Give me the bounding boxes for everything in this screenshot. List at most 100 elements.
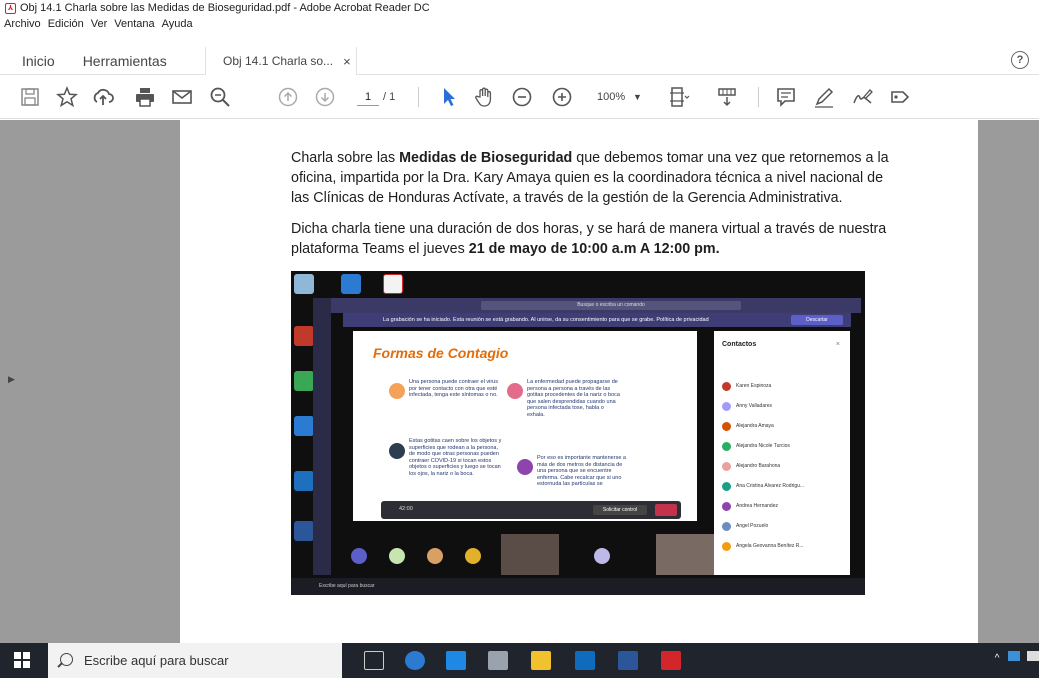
help-icon[interactable]: ? [1011,51,1029,69]
menu-ver[interactable]: Ver [91,18,108,30]
search-icon [60,653,73,666]
sign-icon[interactable] [850,85,874,109]
acrobat-desktop-icon [294,326,314,346]
window-titlebar: ⅄ Obj 14.1 Charla sobre las Medidas de B… [0,0,1039,16]
toolbar-divider [758,87,759,107]
contacts-panel: Contactos × Karen Espinoza Anny Valladar… [714,331,850,575]
taskbar-search[interactable]: Escribe aquí para buscar [48,643,342,678]
outlook-icon[interactable] [575,651,595,670]
paragraph-intro-text: Charla sobre las [291,150,400,166]
page-number-input[interactable]: 1 [357,88,379,106]
tray-chevron-icon[interactable]: ^ [995,653,1000,664]
hangup-icon [655,504,677,516]
contact-item: Angel Pozuelo [722,519,768,533]
paragraph-schedule-bold: 21 de mayo de 10:00 a.m A 12:00 pm. [468,241,720,257]
zoom-out-icon[interactable] [510,85,534,109]
tab-home[interactable]: Inicio [22,53,55,69]
menu-ventana[interactable]: Ventana [114,18,154,30]
acrobat-file-icon [383,274,403,294]
paragraph-intro: Charla sobre las Medidas de Bioseguridad… [291,148,891,208]
participant-video [501,534,559,575]
inner-search-text: Escribe aquí para buscar [319,583,375,589]
slide-illustration [507,383,523,399]
recording-banner: La grabación se ha iniciado. Esta reunió… [343,313,851,327]
upload-cloud-icon[interactable] [91,85,115,109]
system-tray[interactable]: ^ [995,651,1039,664]
previous-page-icon[interactable] [276,85,300,109]
chrome-desktop-icon [294,371,314,391]
highlight-pen-icon[interactable] [812,85,836,109]
slide-text-1: Una persona puede contraer el virus por … [409,379,498,398]
tab-bar: Inicio Herramientas Obj 14.1 Charla so..… [0,47,1039,75]
participant-avatar [594,548,610,564]
call-time: 42:00 [399,506,413,512]
zoom-level[interactable]: 100% [597,88,625,106]
pdf-page: Charla sobre las Medidas de Bioseguridad… [180,120,978,643]
fit-page-icon[interactable] [667,85,691,109]
contacts-title: Contactos [722,341,757,348]
zoom-search-icon[interactable] [208,85,232,109]
tab-close-icon[interactable]: × [343,54,351,69]
window-title: Obj 14.1 Charla sobre las Medidas de Bio… [20,2,430,14]
comment-icon[interactable] [774,85,798,109]
windows-start-icon[interactable] [14,652,30,668]
contact-item: Angela Geovanna Benítez R... [722,539,804,553]
contact-item: Ana Cristina Alvarez Rodrigu... [722,479,804,493]
menu-archivo[interactable]: Archivo [4,18,41,30]
expand-panel-icon[interactable]: ▶ [8,374,15,385]
save-icon[interactable] [18,85,42,109]
acrobat-icon[interactable] [661,651,681,670]
zoom-dropdown-icon[interactable]: ▼ [633,88,642,106]
call-controls: 42:00 Solicitar control [381,501,681,519]
print-icon[interactable] [133,85,157,109]
paragraph-intro-bold: Medidas de Bioseguridad [399,150,573,166]
page-total: / 1 [383,91,396,103]
menu-edicion[interactable]: Edición [48,18,84,30]
taskbar-search-placeholder: Escribe aquí para buscar [84,653,229,668]
hand-tool-icon[interactable] [472,85,496,109]
slide-illustration [517,459,533,475]
contact-item: Karen Espinoza [722,379,771,393]
network-icon[interactable] [1027,651,1039,661]
slide-text-3: Estas gotitas caen sobre los objetos y s… [409,438,502,477]
paragraph-schedule: Dicha charla tiene una duración de dos h… [291,219,891,259]
document-desktop-icon [294,471,314,491]
zoom-in-icon[interactable] [550,85,574,109]
email-icon[interactable] [170,85,194,109]
presentation-slide: Formas de Contagio Una persona puede con… [353,331,697,521]
request-control-button: Solicitar control [593,505,647,515]
menu-ayuda[interactable]: Ayuda [162,18,193,30]
participant-avatar [351,548,367,564]
mail-icon[interactable] [446,651,466,670]
participant-video [656,534,714,575]
edge-icon[interactable] [405,651,425,670]
contact-item: Anny Valladares [722,399,772,413]
contact-item: Andrea Hernandez [722,499,778,513]
teams-header: Busque o escriba un comando [331,298,861,313]
select-cursor-icon[interactable] [437,85,461,109]
scroll-mode-icon[interactable] [715,85,739,109]
document-viewer[interactable]: ▶ Charla sobre las Medidas de Biosegurid… [0,120,1039,643]
tab-document-label: Obj 14.1 Charla so... [223,54,334,68]
word-desktop-icon [294,416,314,436]
bookmark-star-icon[interactable] [55,85,79,109]
onedrive-icon[interactable] [1008,651,1021,661]
dismiss-button: Descartar [791,315,843,325]
app-icon[interactable] [488,651,508,670]
toolbar: 1 / 1 100% ▼ [0,75,1039,119]
slide-title: Formas de Contagio [373,345,509,361]
participant-avatar [465,548,481,564]
recycle-bin-icon [294,274,314,294]
task-view-icon[interactable] [364,651,384,670]
next-page-icon[interactable] [313,85,337,109]
teams-rail [313,298,331,575]
file-explorer-icon[interactable] [531,651,551,670]
slide-text-4: Por eso es importante mantenerse a más d… [537,455,626,487]
teams-meeting-screenshot: Busque o escriba un comando La grabación… [291,271,865,595]
share-tag-icon[interactable] [888,85,912,109]
menu-bar: Archivo Edición Ver Ventana Ayuda [0,16,1039,32]
word-icon[interactable] [618,651,638,670]
teams-search: Busque o escriba un comando [481,301,741,310]
tab-document[interactable]: Obj 14.1 Charla so... × [205,47,357,75]
tab-tools[interactable]: Herramientas [83,53,167,69]
